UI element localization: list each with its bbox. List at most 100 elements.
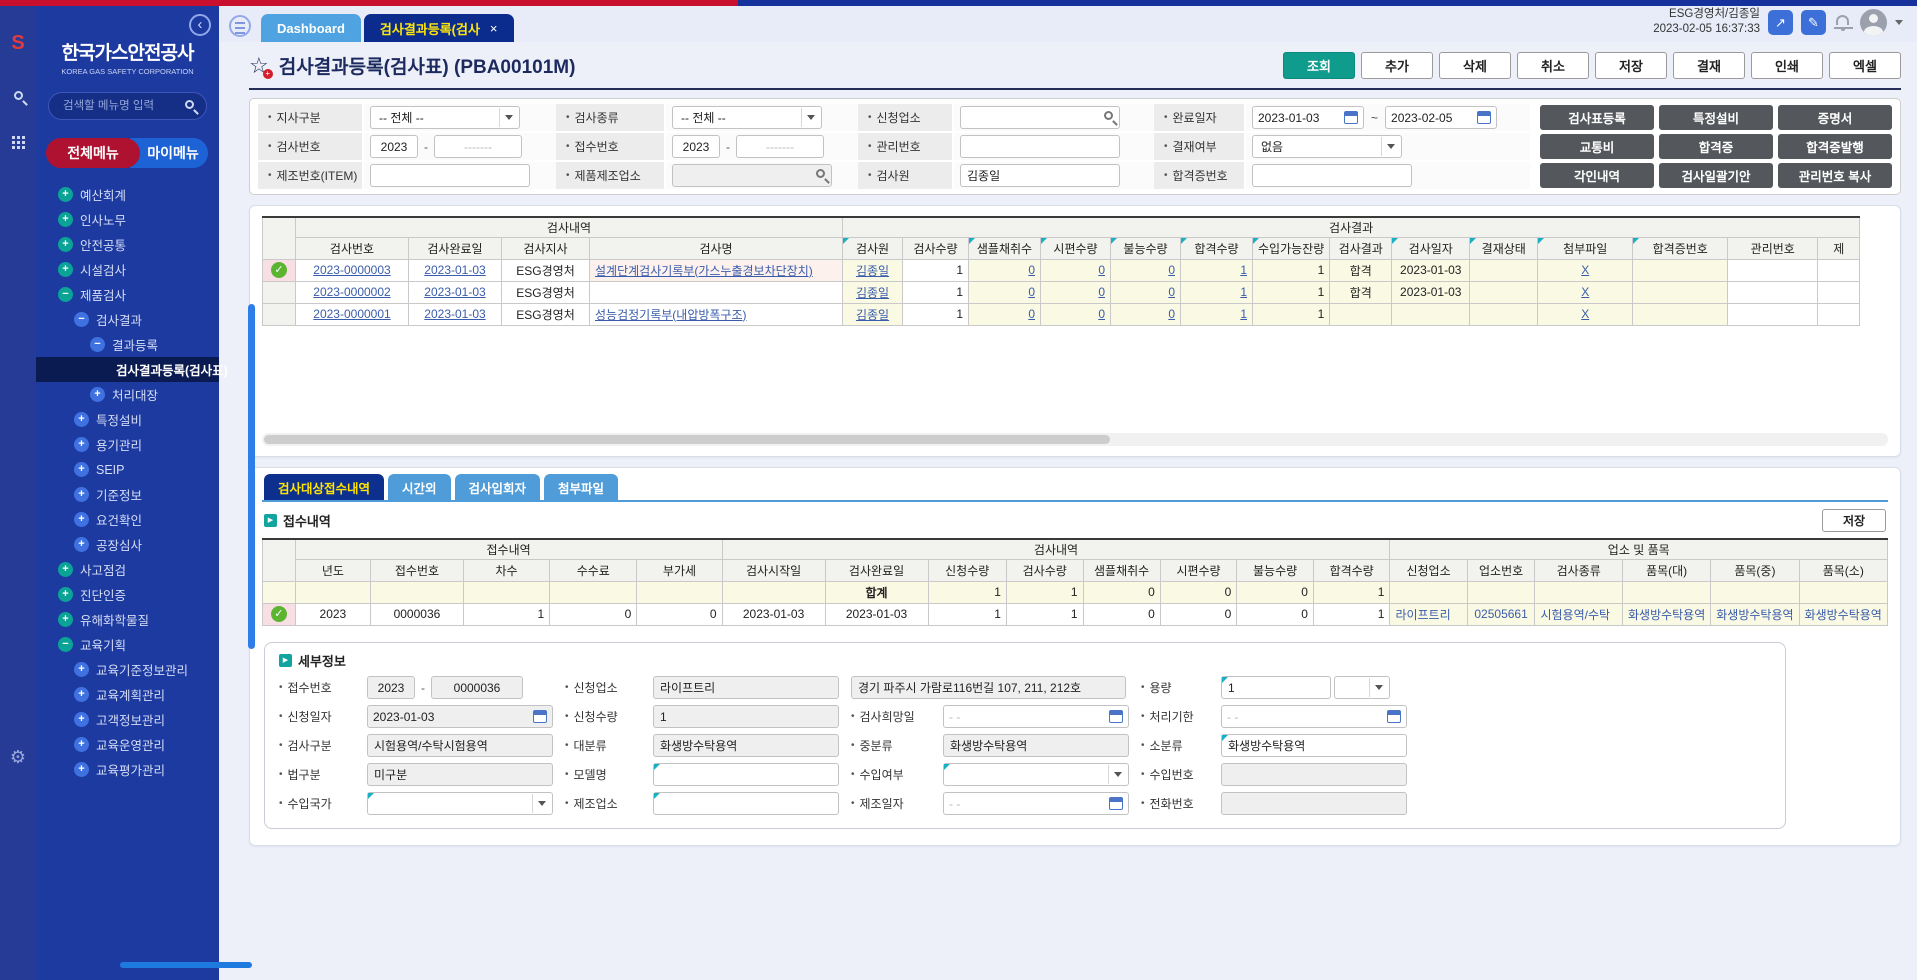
completion-date-from-date[interactable]: 2023-01-03 (1252, 106, 1364, 129)
manufacture-date-date[interactable]: - - (943, 792, 1129, 815)
search-icon[interactable] (185, 100, 194, 109)
search-icon[interactable] (816, 169, 825, 178)
column-header[interactable]: 년도 (295, 559, 370, 581)
sidebar-item[interactable]: +처리대장 (36, 382, 219, 407)
specific-equipment-button[interactable]: 특정설비 (1659, 105, 1773, 130)
column-header[interactable]: 제 (1818, 237, 1860, 259)
cell-link[interactable]: 0 (1028, 263, 1035, 277)
application-date-date[interactable]: 2023-01-03 (367, 705, 553, 728)
column-header[interactable]: 수수료 (550, 559, 637, 581)
cell-link[interactable]: 0 (1168, 263, 1175, 277)
sidebar-item[interactable]: +교육평가관리 (36, 757, 219, 782)
calendar-icon[interactable] (1387, 710, 1401, 723)
detail-receipt-no-year-input[interactable]: 2023 (367, 676, 415, 699)
cell-link[interactable]: 0 (1028, 285, 1035, 299)
detail-receipt-no-seq-input[interactable]: 0000036 (431, 676, 523, 699)
manufacturer-input[interactable] (653, 792, 839, 815)
cell-link[interactable]: 2023-0000001 (313, 307, 390, 321)
sidebar-item[interactable]: +유해화학물질 (36, 607, 219, 632)
cell-link[interactable]: 2023-01-03 (424, 285, 485, 299)
desired-inspection-date-date[interactable]: - - (943, 705, 1129, 728)
cell-link[interactable]: 1 (1240, 263, 1247, 277)
approve-button[interactable]: 결재 (1673, 52, 1745, 79)
avatar[interactable] (1860, 9, 1887, 36)
sidebar-item[interactable]: +교육운영관리 (36, 732, 219, 757)
import-status-select[interactable] (943, 763, 1129, 786)
save-button[interactable]: 저장 (1595, 52, 1667, 79)
column-header[interactable]: 불능수량 (1111, 237, 1181, 259)
cancel-button[interactable]: 취소 (1517, 52, 1589, 79)
minor-category-input[interactable]: 화생방수탁용역 (1221, 734, 1407, 757)
row-selector[interactable] (263, 303, 296, 325)
bottom-tab[interactable]: 검사입회자 (455, 474, 541, 500)
branch-type-select[interactable]: -- 전체 -- (370, 106, 520, 129)
column-header[interactable]: 샘플채취수 (1083, 559, 1160, 581)
excel-button[interactable]: 엑셀 (1829, 52, 1901, 79)
search-icon[interactable] (14, 91, 23, 100)
cell-link[interactable]: 김종일 (856, 286, 889, 300)
bottom-tab[interactable]: 시간외 (388, 474, 451, 500)
column-header[interactable]: 품목(대) (1622, 559, 1710, 581)
add-button[interactable]: 추가 (1361, 52, 1433, 79)
applicant-company-input[interactable] (960, 106, 1120, 129)
chevron-down-icon[interactable] (1895, 20, 1903, 25)
tab-active[interactable]: 검사결과등록(검사× (364, 14, 514, 42)
column-header[interactable]: 업소번호 (1467, 559, 1535, 581)
sidebar-item[interactable]: +예산회계 (36, 182, 219, 207)
select-all-header[interactable] (263, 217, 296, 259)
tab-dashboard[interactable]: Dashboard (261, 14, 361, 42)
menu-icon[interactable] (229, 15, 251, 37)
cell-link[interactable]: X (1581, 307, 1589, 321)
column-header[interactable]: 수입가능잔량 (1253, 237, 1330, 259)
grid-horizontal-scrollbar[interactable] (262, 433, 1888, 446)
transport-fee-button[interactable]: 교통비 (1540, 134, 1654, 159)
company-address-input[interactable]: 경기 파주시 가람로116번길 107, 211, 212호 (851, 676, 1126, 699)
column-header[interactable]: 검사결과 (1330, 237, 1392, 259)
capacity-input[interactable]: 1 (1221, 676, 1331, 699)
sidebar-item[interactable]: +SEIP (36, 457, 219, 482)
engraving-history-button[interactable]: 각인내역 (1540, 163, 1654, 188)
sidebar-item[interactable]: +인사노무 (36, 207, 219, 232)
cell-link[interactable]: X (1581, 285, 1589, 299)
column-header[interactable]: 합격증번호 (1633, 237, 1728, 259)
cell-link[interactable]: 0 (1028, 307, 1035, 321)
cell-link[interactable]: 김종일 (856, 264, 889, 278)
import-country-select[interactable] (367, 792, 553, 815)
cell-link[interactable]: 0 (1098, 307, 1105, 321)
search-icon[interactable] (1104, 111, 1113, 120)
column-header[interactable]: 시편수량 (1041, 237, 1111, 259)
column-header[interactable]: 검사수량 (1006, 559, 1083, 581)
approval-status-select[interactable]: 없음 (1252, 135, 1402, 158)
pass-cert-no-input[interactable] (1252, 164, 1412, 187)
sidebar-item[interactable]: +특정설비 (36, 407, 219, 432)
sidebar-item[interactable]: −제품검사 (36, 282, 219, 307)
column-header[interactable]: 첨부파일 (1538, 237, 1633, 259)
cell-link[interactable]: 2023-01-03 (424, 307, 485, 321)
bottom-tab[interactable]: 첨부파일 (544, 474, 618, 500)
edit-window-icon[interactable]: ✎ (1801, 10, 1826, 35)
capacity-unit-select[interactable] (1334, 676, 1390, 699)
phone-no-input[interactable] (1221, 792, 1407, 815)
sidebar-item[interactable]: +용기관리 (36, 432, 219, 457)
content-scrollbar[interactable] (248, 304, 255, 649)
cell-link[interactable]: 1 (1240, 307, 1247, 321)
cell-link[interactable]: 1 (1240, 285, 1247, 299)
column-header[interactable]: 결재상태 (1470, 237, 1538, 259)
row-selector[interactable]: ✓ (263, 259, 296, 281)
sidebar-item[interactable]: −결과등록 (36, 332, 219, 357)
column-header[interactable]: 합격수량 (1181, 237, 1253, 259)
cell-link[interactable]: 2023-0000003 (313, 263, 390, 277)
pass-certificate-button[interactable]: 합격증 (1659, 134, 1773, 159)
inspection-category-input[interactable]: 시험용역/수탁시험용역 (367, 734, 553, 757)
receipt-no-year-input[interactable]: 2023 (672, 135, 720, 158)
inspection-no-year-input[interactable]: 2023 (370, 135, 418, 158)
sidebar-item[interactable]: −검사결과 (36, 307, 219, 332)
processing-deadline-date[interactable]: - - (1221, 705, 1407, 728)
row-selector[interactable] (263, 281, 296, 303)
calendar-icon[interactable] (1109, 710, 1123, 723)
column-header[interactable]: 차수 (463, 559, 549, 581)
model-name-input[interactable] (653, 763, 839, 786)
manufacture-no-input[interactable] (370, 164, 530, 187)
column-header[interactable]: 품목(소) (1799, 559, 1887, 581)
sidebar-item[interactable]: +교육기준정보관리 (36, 657, 219, 682)
